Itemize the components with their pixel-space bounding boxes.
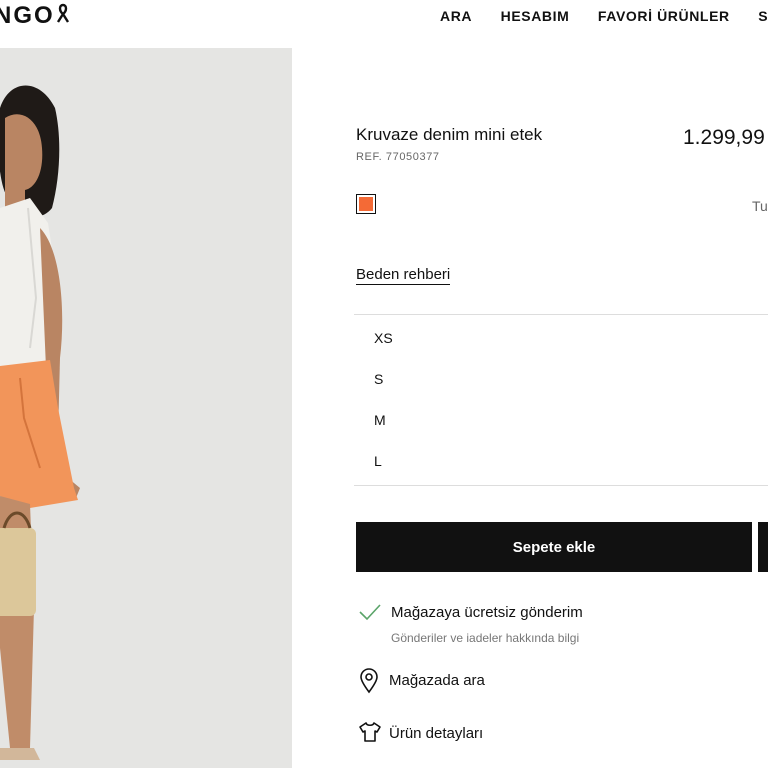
top-nav: ARA HESABIM FAVORİ ÜRÜNLER SEPE (440, 8, 768, 24)
product-ref: REF. 77050377 (356, 151, 440, 163)
shipping-info-link[interactable]: Gönderiler ve iadeler hakkında bilgi (391, 631, 579, 645)
size-option-xs[interactable]: XS (374, 330, 393, 346)
color-swatch (359, 197, 373, 211)
color-name: Tu (752, 198, 768, 214)
model-photo-illustration (0, 48, 292, 768)
add-to-cart-button[interactable]: Sepete ekle (356, 522, 752, 572)
nav-favorites[interactable]: FAVORİ ÜRÜNLER (598, 8, 730, 24)
size-option-s[interactable]: S (374, 371, 383, 387)
size-option-l[interactable]: L (374, 453, 382, 469)
location-pin-icon (359, 668, 379, 699)
store-search-link[interactable]: Mağazada ara (389, 672, 485, 689)
product-photo[interactable] (0, 48, 292, 768)
nav-cart[interactable]: SEPE (758, 8, 768, 24)
size-option-m[interactable]: M (374, 412, 386, 428)
brand-logo[interactable]: NGO (0, 2, 70, 31)
product-title: Kruvaze denim mini etek (356, 125, 543, 144)
size-guide-link[interactable]: Beden rehberi (356, 266, 451, 285)
shipping-title: Mağazaya ücretsiz gönderim (391, 604, 583, 621)
tshirt-icon (358, 721, 382, 748)
nav-account[interactable]: HESABIM (501, 8, 570, 24)
ribbon-icon (56, 2, 70, 31)
product-price: 1.299,99 (683, 126, 765, 149)
favorite-button[interactable] (758, 522, 768, 572)
site-header: NGO ARA HESABIM FAVORİ ÜRÜNLER SEPE (0, 0, 768, 34)
nav-search[interactable]: ARA (440, 8, 472, 24)
logo-text: NGO (0, 2, 55, 29)
product-details-link[interactable]: Ürün detayları (389, 725, 483, 742)
checkmark-icon (358, 602, 382, 627)
size-list: XS S M L (354, 314, 768, 486)
color-swatch-selected[interactable] (356, 194, 376, 214)
